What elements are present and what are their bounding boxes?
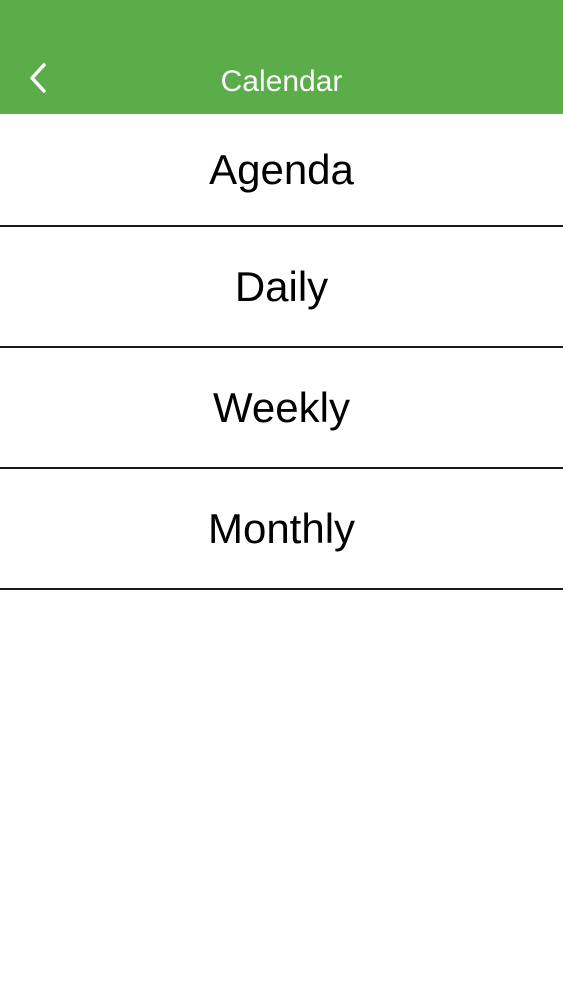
menu-item-agenda[interactable]: Agenda xyxy=(0,114,563,227)
menu-item-daily[interactable]: Daily xyxy=(0,227,563,348)
menu-item-weekly[interactable]: Weekly xyxy=(0,348,563,469)
menu-item-label: Weekly xyxy=(213,383,350,431)
menu-item-monthly[interactable]: Monthly xyxy=(0,469,563,590)
app-header: Calendar xyxy=(0,0,563,114)
page-title: Calendar xyxy=(220,65,343,98)
calendar-view-menu: Agenda Daily Weekly Monthly xyxy=(0,114,563,590)
menu-item-label: Daily xyxy=(234,262,329,310)
menu-item-label: Monthly xyxy=(207,504,356,552)
menu-item-label: Agenda xyxy=(209,145,354,193)
